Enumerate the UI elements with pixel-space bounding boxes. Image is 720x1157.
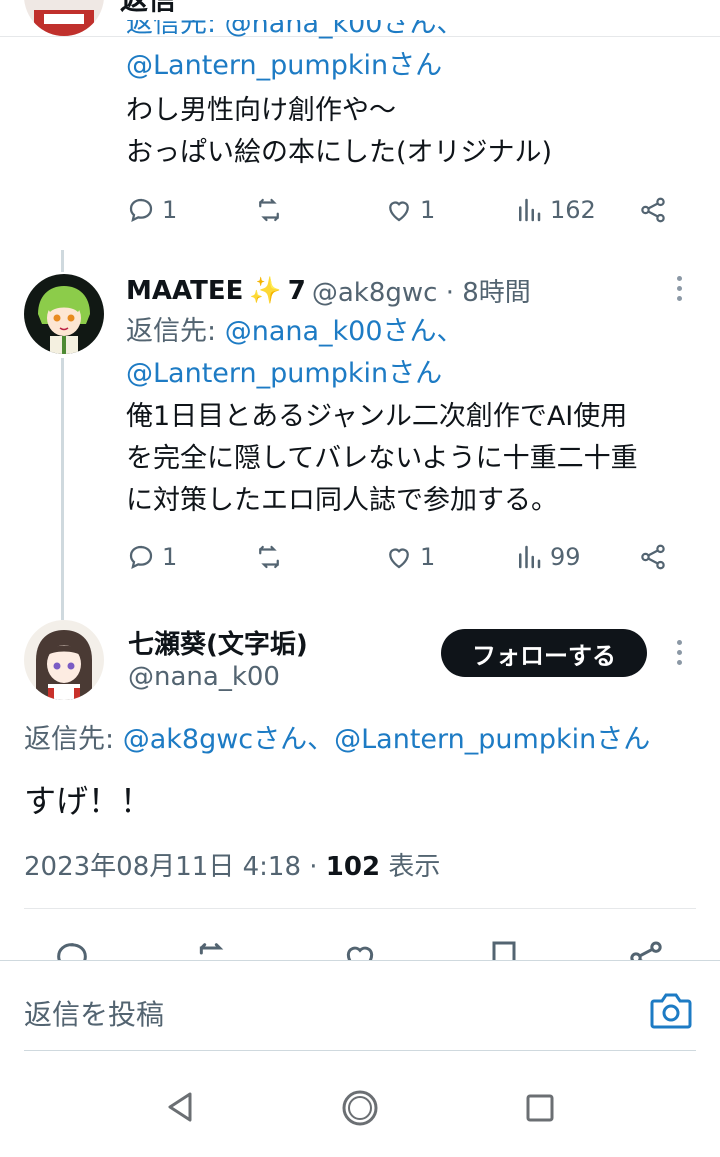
cutoff-body-line1: わし男性向け創作や〜 xyxy=(126,95,396,126)
tweet2-header: MAATEE ✨ 7 @ak8gwc · 8時間 xyxy=(126,272,531,309)
tweet2-reply-first[interactable]: @nana_k00さん、 xyxy=(225,316,464,347)
reply-icon[interactable] xyxy=(52,938,92,960)
reply-icon xyxy=(129,545,153,570)
composer-divider xyxy=(24,1050,696,1051)
tweet2-action-bar: 1 1 99 xyxy=(126,533,686,581)
tweet2-body-line2: を完全に隠してバレないように十重二十重 xyxy=(126,443,638,474)
like-count: 1 xyxy=(420,196,436,224)
cutoff-reply-to[interactable]: 返信先: @nana_k00さん、 xyxy=(126,20,464,44)
main-timestamp[interactable]: 2023年08月11日 4:18 · xyxy=(24,852,326,882)
reply-input[interactable]: 返信を投稿 xyxy=(24,993,164,1033)
cutoff-body-line2: おっぱい絵の本にした(オリジナル) xyxy=(126,137,553,168)
recents-square-icon[interactable] xyxy=(524,1092,556,1124)
tweet2-body-line1: 俺1日目とあるジャンル二次創作でAI使用 xyxy=(126,401,628,432)
main-views-count: 102 xyxy=(325,852,381,882)
main-reply-label: 返信先: xyxy=(24,724,115,755)
bar-chart-icon xyxy=(519,545,541,569)
bookmark-icon[interactable] xyxy=(484,938,524,960)
retweet-icon xyxy=(259,545,279,569)
tweet2-reply-to: 返信先: @nana_k00さん、 xyxy=(126,312,464,352)
back-triangle-icon[interactable] xyxy=(164,1090,196,1124)
heart-icon xyxy=(389,201,409,222)
cutoff-reply-to-second[interactable]: @Lantern_pumpkinさん xyxy=(126,46,442,86)
tweet2-display-name[interactable]: MAATEE xyxy=(126,276,243,306)
main-meta: 2023年08月11日 4:18 · 102 表示 xyxy=(24,846,440,883)
tweet2-body-line3: に対策したエロ同人誌で参加する。 xyxy=(126,485,558,516)
thread-line-top xyxy=(61,250,64,272)
tweet2-handle-time[interactable]: @ak8gwc · 8時間 xyxy=(312,272,531,309)
share-action[interactable] xyxy=(638,533,668,581)
avatar-cutoff[interactable] xyxy=(24,0,104,36)
retweet-action[interactable] xyxy=(254,186,290,234)
retweet-action[interactable] xyxy=(254,533,290,581)
reply-action[interactable]: 1 xyxy=(126,533,177,581)
views-action[interactable]: 99 xyxy=(514,533,581,581)
share-icon[interactable] xyxy=(626,938,666,960)
share-action[interactable] xyxy=(638,186,668,234)
avatar-nana[interactable] xyxy=(24,620,104,700)
main-reply-to: 返信先: @ak8gwcさん、@Lantern_pumpkinさん xyxy=(24,720,650,760)
reply-composer: 返信を投稿 xyxy=(0,960,720,1053)
main-body: すげ！！ xyxy=(24,782,153,820)
heart-icon xyxy=(389,548,409,569)
sparkles-emoji: ✨ xyxy=(249,275,282,306)
main-action-bar xyxy=(0,930,720,960)
tweet2-name-suffix: 7 xyxy=(287,275,306,306)
share-icon xyxy=(641,544,665,570)
like-action[interactable]: 1 xyxy=(384,186,435,234)
share-icon xyxy=(641,197,665,223)
retweet-icon[interactable] xyxy=(193,938,233,960)
retweet-icon xyxy=(259,198,279,222)
thread-line-mid xyxy=(61,358,64,620)
main-handle[interactable]: @nana_k00 xyxy=(128,662,280,692)
cut-off-title: 返信 xyxy=(120,0,176,18)
tweet2-reply-label: 返信先: xyxy=(126,316,217,347)
main-views-label: 表示 xyxy=(380,852,441,882)
home-circle-icon[interactable] xyxy=(340,1088,380,1128)
main-display-name[interactable]: 七瀬葵(文字垢) xyxy=(128,624,308,661)
views-count: 99 xyxy=(550,543,581,571)
avatar-maatee[interactable] xyxy=(24,274,104,354)
tweet2-more-icon[interactable] xyxy=(674,276,684,301)
heart-icon[interactable] xyxy=(340,938,380,960)
like-action[interactable]: 1 xyxy=(384,533,435,581)
bar-chart-icon xyxy=(519,198,541,222)
reply-icon xyxy=(129,198,153,223)
meta-divider xyxy=(24,908,696,909)
cutoff-action-bar: 1 1 162 xyxy=(126,186,686,234)
main-more-icon[interactable] xyxy=(674,640,684,665)
like-count: 1 xyxy=(420,543,436,571)
views-count: 162 xyxy=(550,196,596,224)
reply-count: 1 xyxy=(162,543,178,571)
camera-icon[interactable] xyxy=(650,991,692,1031)
reply-action[interactable]: 1 xyxy=(126,186,177,234)
system-nav-bar xyxy=(0,1052,720,1157)
reply-count: 1 xyxy=(162,196,178,224)
main-reply-targets[interactable]: @ak8gwcさん、@Lantern_pumpkinさん xyxy=(123,724,651,755)
follow-button[interactable]: フォローする xyxy=(441,629,647,677)
tweet2-reply-second[interactable]: @Lantern_pumpkinさん xyxy=(126,354,442,394)
views-action[interactable]: 162 xyxy=(514,186,596,234)
